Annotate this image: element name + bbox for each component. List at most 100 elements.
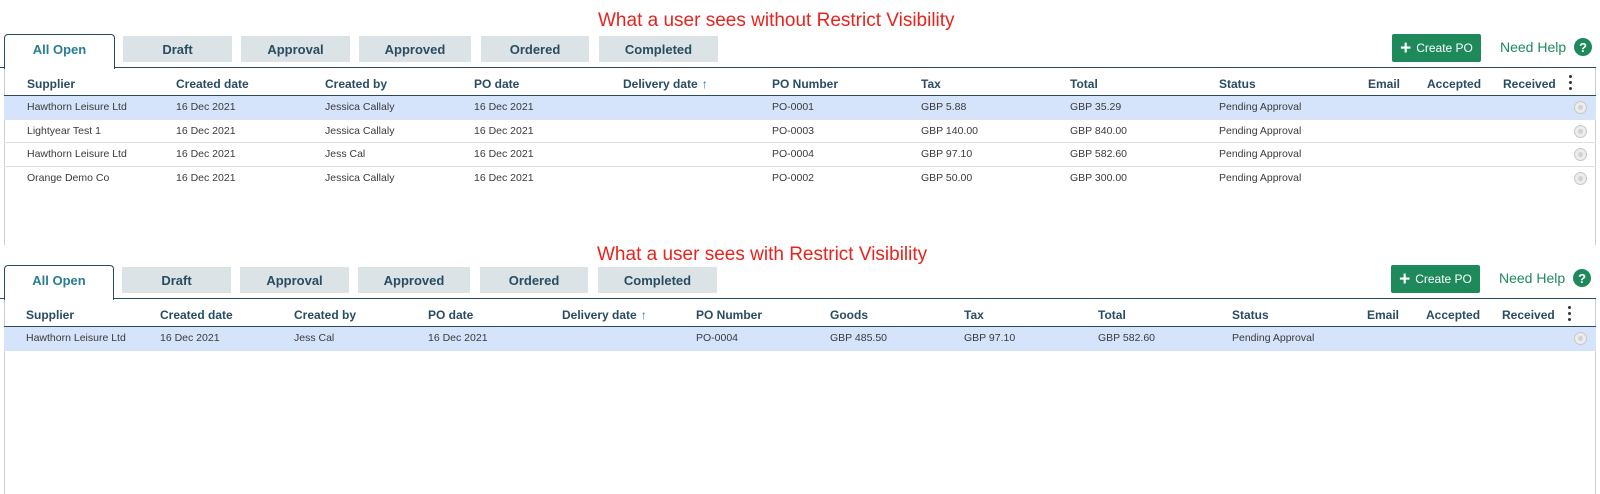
col-accepted[interactable]: Accepted [1426, 308, 1480, 322]
create-po-button[interactable]: + Create PO [1391, 265, 1480, 293]
col-tax[interactable]: Tax [921, 77, 941, 91]
cell-po-number: PO-0004 [696, 332, 739, 344]
tab-bar: All Open Draft Approval Approved Ordered… [0, 34, 1600, 69]
delivery-date-label: Delivery date [562, 308, 637, 322]
cell-po-date: 16 Dec 2021 [428, 332, 488, 344]
caption-without-restrict: What a user sees without Restrict Visibi… [598, 10, 955, 31]
cell-supplier: Lightyear Test 1 [27, 124, 101, 137]
cell-created-date: 16 Dec 2021 [176, 124, 236, 137]
cell-supplier: Hawthorn Leisure Ltd [27, 101, 127, 113]
col-delivery-date[interactable]: Delivery date ↑ [562, 308, 647, 322]
tab-draft[interactable]: Draft [122, 267, 231, 293]
col-email[interactable]: Email [1368, 77, 1400, 91]
cell-created-date: 16 Dec 2021 [176, 148, 236, 160]
need-help-link[interactable]: Need Help ? [1500, 38, 1593, 56]
tab-completed[interactable]: Completed [599, 36, 718, 62]
cell-total: GBP 582.60 [1070, 148, 1128, 160]
cell-total: GBP 582.60 [1098, 332, 1156, 344]
col-po-date[interactable]: PO date [474, 77, 519, 91]
cell-status: Pending Approval [1219, 124, 1302, 137]
col-delivery-date[interactable]: Delivery date ↑ [623, 77, 708, 91]
col-created-date[interactable]: Created date [160, 308, 233, 322]
help-icon[interactable]: ? [1573, 269, 1592, 287]
cell-status: Pending Approval [1232, 332, 1315, 344]
cell-tax: GBP 97.10 [964, 332, 1016, 344]
cell-total: GBP 840.00 [1070, 124, 1128, 137]
cell-created-by: Jess Cal [325, 148, 366, 160]
tab-all-open[interactable]: All Open [4, 265, 114, 300]
tab-approved[interactable]: Approved [358, 267, 470, 293]
table-row[interactable]: Hawthorn Leisure Ltd 16 Dec 2021 Jessica… [4, 96, 1596, 120]
column-menu-icon[interactable] [1569, 75, 1573, 90]
col-accepted[interactable]: Accepted [1427, 77, 1481, 91]
col-total[interactable]: Total [1070, 77, 1098, 91]
cell-status: Pending Approval [1219, 148, 1302, 160]
col-po-number[interactable]: PO Number [696, 308, 762, 322]
table-row[interactable]: Orange Demo Co 16 Dec 2021 Jessica Calla… [4, 167, 1596, 191]
table-header: Supplier Created date Created by PO date… [0, 299, 1600, 329]
received-status-icon[interactable] [1574, 171, 1587, 185]
tab-approval[interactable]: Approval [240, 267, 349, 293]
cell-supplier: Hawthorn Leisure Ltd [27, 148, 127, 160]
delivery-date-label: Delivery date [623, 77, 698, 91]
received-status-icon[interactable] [1574, 332, 1587, 345]
create-po-button[interactable]: + Create PO [1392, 34, 1481, 62]
received-status-icon[interactable] [1574, 101, 1587, 114]
col-email[interactable]: Email [1367, 308, 1399, 322]
col-received[interactable]: Received [1502, 308, 1555, 322]
need-help-label: Need Help [1500, 39, 1567, 55]
cell-created-by: Jessica Callaly [325, 124, 395, 137]
create-po-label: Create PO [1416, 41, 1473, 55]
col-supplier[interactable]: Supplier [27, 77, 75, 91]
col-total[interactable]: Total [1098, 308, 1126, 322]
tab-approved[interactable]: Approved [359, 36, 471, 62]
cell-status: Pending Approval [1219, 101, 1302, 113]
cell-created-by: Jessica Callaly [325, 171, 395, 184]
cell-goods: GBP 485.50 [830, 332, 888, 344]
table-body: Hawthorn Leisure Ltd 16 Dec 2021 Jessica… [4, 96, 1596, 190]
cell-tax: GBP 140.00 [921, 124, 979, 137]
col-supplier[interactable]: Supplier [26, 308, 74, 322]
col-status[interactable]: Status [1219, 77, 1256, 91]
cell-status: Pending Approval [1219, 171, 1302, 184]
help-icon[interactable]: ? [1574, 38, 1593, 56]
cell-po-date: 16 Dec 2021 [474, 124, 534, 137]
received-status-icon[interactable] [1574, 124, 1587, 138]
cell-po-number: PO-0002 [772, 171, 815, 184]
table-row[interactable]: Lightyear Test 1 16 Dec 2021 Jessica Cal… [4, 120, 1596, 143]
tab-ordered[interactable]: Ordered [481, 36, 589, 62]
col-created-by[interactable]: Created by [294, 308, 356, 322]
cell-supplier: Orange Demo Co [27, 171, 110, 184]
col-created-date[interactable]: Created date [176, 77, 249, 91]
sort-up-icon: ↑ [640, 308, 647, 322]
plus-icon: + [1399, 268, 1411, 290]
po-panel-without-restrict: All Open Draft Approval Approved Ordered… [0, 34, 1600, 245]
cell-created-date: 16 Dec 2021 [176, 101, 236, 113]
col-status[interactable]: Status [1232, 308, 1269, 322]
column-menu-icon[interactable] [1568, 306, 1572, 321]
table-row[interactable]: Hawthorn Leisure Ltd 16 Dec 2021 Jess Ca… [4, 327, 1596, 351]
sort-up-icon: ↑ [701, 77, 708, 91]
tab-approval[interactable]: Approval [241, 36, 350, 62]
tab-draft[interactable]: Draft [123, 36, 232, 62]
col-tax[interactable]: Tax [964, 308, 984, 322]
col-po-number[interactable]: PO Number [772, 77, 838, 91]
cell-po-date: 16 Dec 2021 [474, 101, 534, 113]
need-help-link[interactable]: Need Help ? [1499, 269, 1592, 287]
need-help-label: Need Help [1499, 270, 1566, 286]
cell-supplier: Hawthorn Leisure Ltd [26, 332, 126, 344]
col-goods[interactable]: Goods [830, 308, 868, 322]
tab-all-open[interactable]: All Open [4, 34, 115, 69]
col-po-date[interactable]: PO date [428, 308, 473, 322]
received-status-icon[interactable] [1574, 148, 1587, 161]
cell-tax: GBP 50.00 [921, 171, 973, 184]
tab-ordered[interactable]: Ordered [480, 267, 588, 293]
cell-created-date: 16 Dec 2021 [176, 171, 236, 184]
table-row[interactable]: Hawthorn Leisure Ltd 16 Dec 2021 Jess Ca… [4, 143, 1596, 167]
cell-po-date: 16 Dec 2021 [474, 171, 534, 184]
caption-with-restrict: What a user sees with Restrict Visibilit… [597, 244, 928, 265]
tab-completed[interactable]: Completed [598, 267, 717, 293]
col-created-by[interactable]: Created by [325, 77, 387, 91]
cell-po-number: PO-0004 [772, 148, 815, 160]
col-received[interactable]: Received [1503, 77, 1556, 91]
